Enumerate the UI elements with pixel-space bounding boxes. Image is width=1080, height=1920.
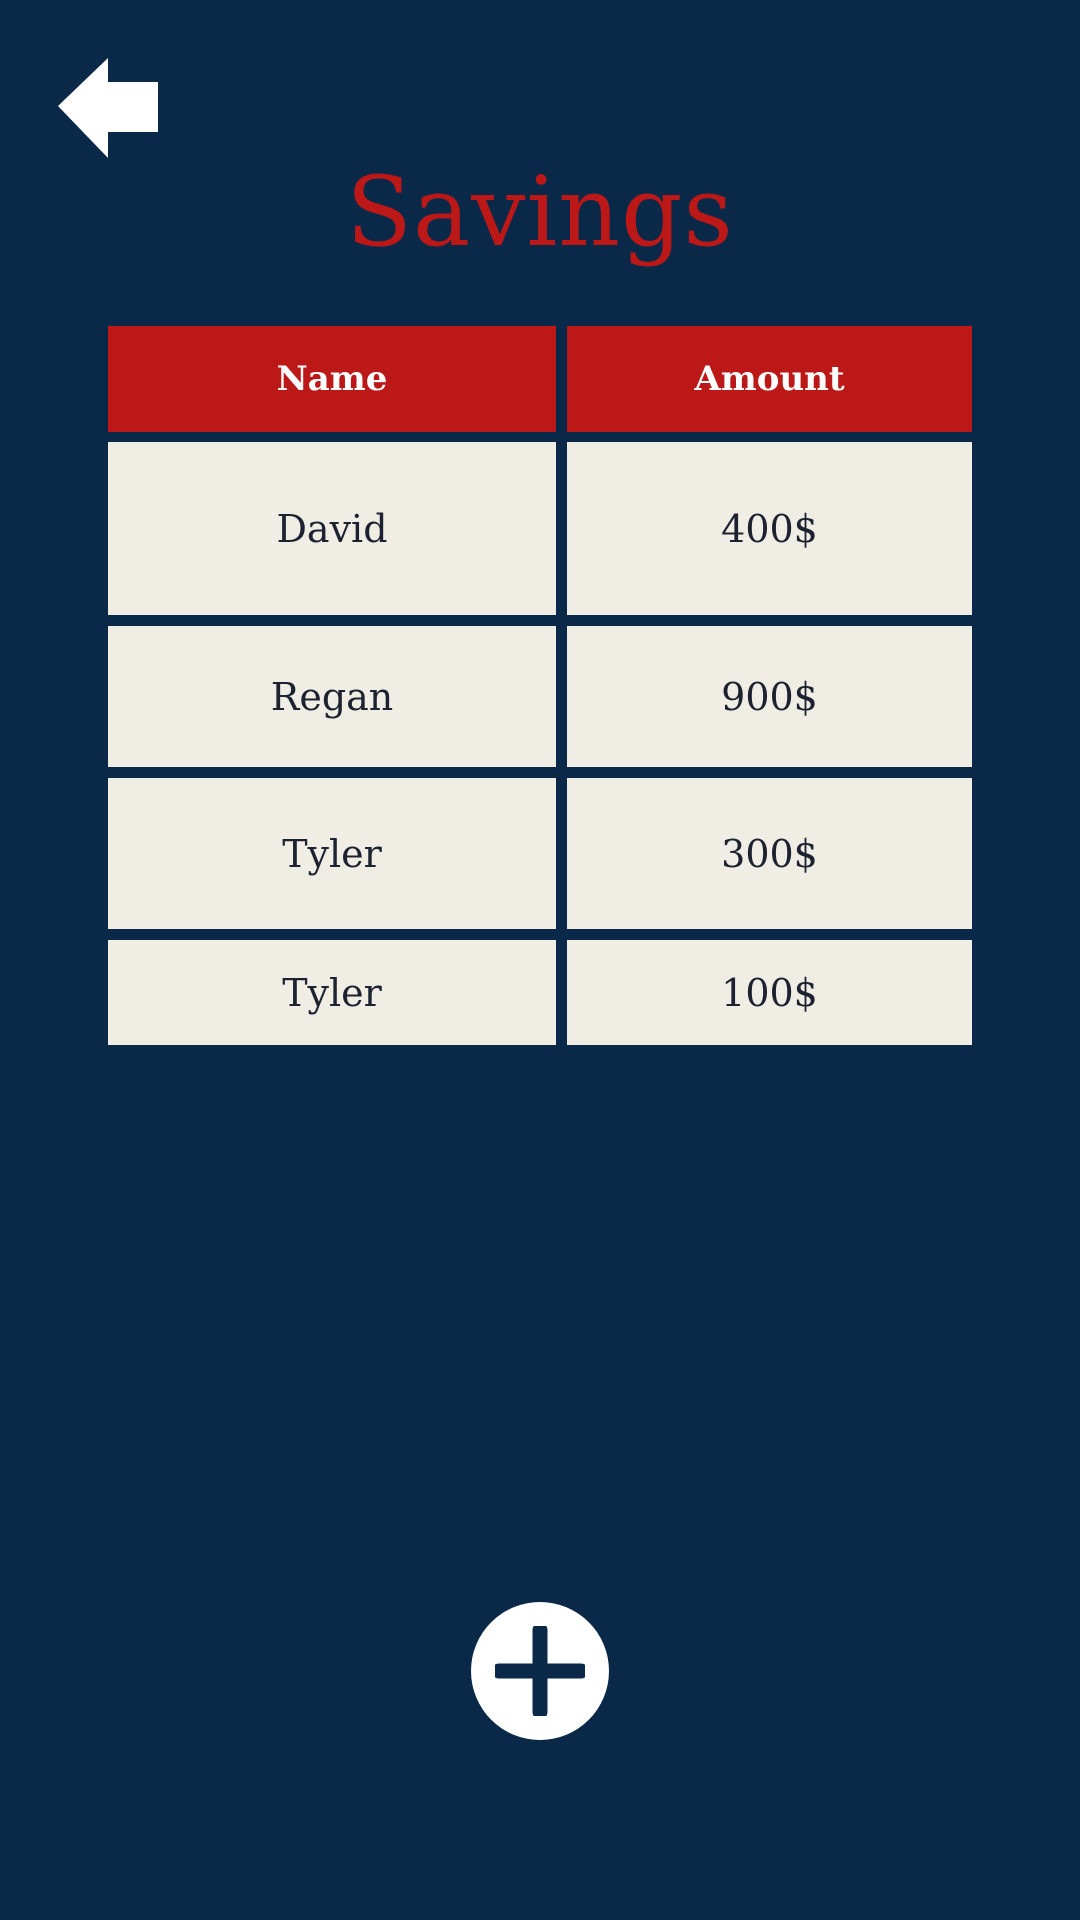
amount-cell: 300$ bbox=[567, 778, 972, 929]
name-cell: David bbox=[108, 442, 556, 615]
amount-cell: 100$ bbox=[567, 940, 972, 1045]
table-row[interactable]: Regan 900$ bbox=[108, 626, 972, 767]
table-row[interactable]: Tyler 100$ bbox=[108, 940, 972, 1045]
table-row[interactable]: Tyler 300$ bbox=[108, 778, 972, 929]
column-header-amount: Amount bbox=[567, 326, 972, 432]
column-header-name: Name bbox=[108, 326, 556, 432]
name-cell: Regan bbox=[108, 626, 556, 767]
name-cell: Tyler bbox=[108, 940, 556, 1045]
plus-icon bbox=[495, 1626, 585, 1716]
back-button[interactable] bbox=[56, 56, 160, 160]
table-header-row: Name Amount bbox=[108, 326, 972, 432]
add-button[interactable] bbox=[471, 1602, 609, 1740]
arrow-left-icon bbox=[58, 58, 158, 158]
amount-cell: 400$ bbox=[567, 442, 972, 615]
table-row[interactable]: David 400$ bbox=[108, 442, 972, 615]
amount-cell: 900$ bbox=[567, 626, 972, 767]
name-cell: Tyler bbox=[108, 778, 556, 929]
page-title: Savings bbox=[346, 156, 734, 268]
savings-table: Name Amount David 400$ Regan 900$ Tyler … bbox=[108, 326, 972, 1056]
